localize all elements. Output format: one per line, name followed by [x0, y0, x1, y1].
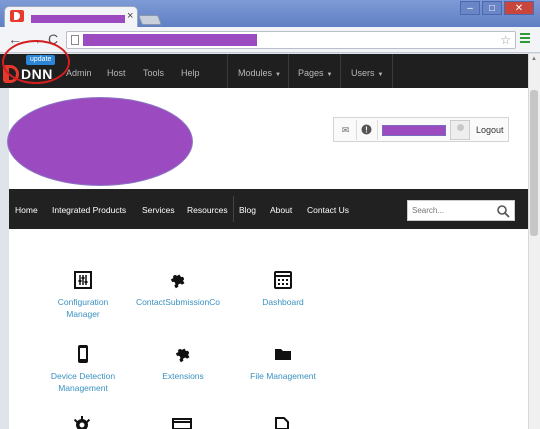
- gear-icon[interactable]: [73, 416, 91, 429]
- controlbar-host[interactable]: Host: [107, 68, 126, 78]
- nav-services[interactable]: Services: [142, 205, 175, 215]
- controlbar-divider: [340, 54, 341, 88]
- module-label: Dashboard: [262, 297, 304, 307]
- new-tab-button[interactable]: [138, 15, 162, 25]
- site-logo-redacted[interactable]: [7, 97, 193, 186]
- caret-down-icon: ▼: [377, 72, 384, 78]
- nav-about[interactable]: About: [270, 205, 292, 215]
- module-device-detection[interactable]: Device Detection Management: [28, 344, 138, 394]
- url-redacted: [83, 34, 257, 46]
- userbox-divider: [377, 120, 378, 140]
- dashboard-icon: [274, 271, 292, 289]
- puzzle-icon: [170, 274, 185, 289]
- site-search: [407, 200, 515, 221]
- tab-close-icon[interactable]: ×: [127, 11, 133, 22]
- nav-divider: [233, 196, 234, 222]
- folder-icon: [275, 349, 291, 360]
- user-box: ✉ ! Logout: [333, 117, 509, 142]
- puzzle-icon: [175, 348, 190, 363]
- close-window-button[interactable]: ✕: [504, 1, 534, 15]
- search-icon[interactable]: [496, 204, 510, 218]
- users-menu-label: Users: [351, 68, 375, 78]
- window-controls: – □ ✕: [460, 1, 534, 15]
- notification-circle-icon: !: [361, 124, 372, 135]
- address-bar[interactable]: ☆: [66, 31, 516, 49]
- userbox-divider: [356, 120, 357, 140]
- maximize-button[interactable]: □: [482, 1, 502, 15]
- search-input[interactable]: [408, 201, 492, 220]
- browser-menu-icon[interactable]: [520, 33, 530, 45]
- controlbar-divider: [288, 54, 289, 88]
- annotation-circle: [2, 40, 70, 84]
- bookmark-star-icon[interactable]: ☆: [500, 33, 511, 47]
- logout-link[interactable]: Logout: [476, 125, 504, 135]
- notifications-icon[interactable]: !: [360, 124, 373, 136]
- controlbar-help[interactable]: Help: [181, 68, 200, 78]
- messages-icon[interactable]: ✉: [339, 124, 352, 136]
- module-file-management[interactable]: File Management: [228, 344, 338, 382]
- module-label: ContactSubmissionCo: [135, 297, 221, 307]
- minimize-button[interactable]: –: [460, 1, 480, 15]
- mobile-icon: [78, 345, 88, 363]
- module-configuration-manager[interactable]: Configuration Manager: [28, 270, 138, 320]
- module-contact-submission[interactable]: ContactSubmissionCo: [126, 270, 230, 308]
- page-icon: [71, 35, 79, 45]
- controlbar-tools[interactable]: Tools: [143, 68, 164, 78]
- module-extensions[interactable]: Extensions: [128, 344, 238, 382]
- sliders-icon: [74, 271, 92, 289]
- favicon-icon: [10, 10, 24, 22]
- module-dashboard[interactable]: Dashboard: [228, 270, 338, 308]
- controlbar-users-menu[interactable]: Users ▼: [351, 68, 383, 78]
- module-label: Device Detection Management: [50, 371, 116, 393]
- username-redacted[interactable]: [382, 125, 446, 136]
- module-label: File Management: [250, 371, 316, 381]
- module-label: Configuration Manager: [57, 297, 109, 319]
- nav-contact-us[interactable]: Contact Us: [307, 205, 349, 215]
- nav-home[interactable]: Home: [15, 205, 38, 215]
- controlbar-divider: [392, 54, 393, 88]
- pages-menu-label: Pages: [298, 68, 324, 78]
- tab-title-redacted: [31, 15, 125, 23]
- modules-menu-label: Modules: [238, 68, 273, 78]
- browser-tabstrip: × – □ ✕: [0, 0, 540, 27]
- browser-toolbar: ← → C ☆: [0, 27, 540, 53]
- browser-tab[interactable]: ×: [4, 6, 138, 27]
- controlbar-admin[interactable]: Admin: [66, 68, 92, 78]
- nav-integrated-products[interactable]: Integrated Products: [52, 205, 126, 215]
- controlbar-divider: [227, 54, 228, 88]
- document-icon[interactable]: [274, 417, 290, 429]
- avatar[interactable]: [450, 120, 470, 140]
- caret-down-icon: ▼: [326, 72, 333, 78]
- nav-resources[interactable]: Resources: [187, 205, 228, 215]
- scroll-up-arrow-icon[interactable]: ▲: [531, 56, 537, 62]
- nav-blog[interactable]: Blog: [239, 205, 256, 215]
- scrollbar-thumb[interactable]: [530, 90, 538, 236]
- svg-text:!: !: [365, 126, 368, 135]
- caret-down-icon: ▼: [275, 72, 281, 78]
- controlbar-pages-menu[interactable]: Pages ▼: [298, 68, 332, 78]
- html-module-icon[interactable]: [172, 418, 192, 429]
- controlbar-modules-menu[interactable]: Modules ▼: [238, 68, 281, 78]
- module-label: Extensions: [162, 371, 204, 381]
